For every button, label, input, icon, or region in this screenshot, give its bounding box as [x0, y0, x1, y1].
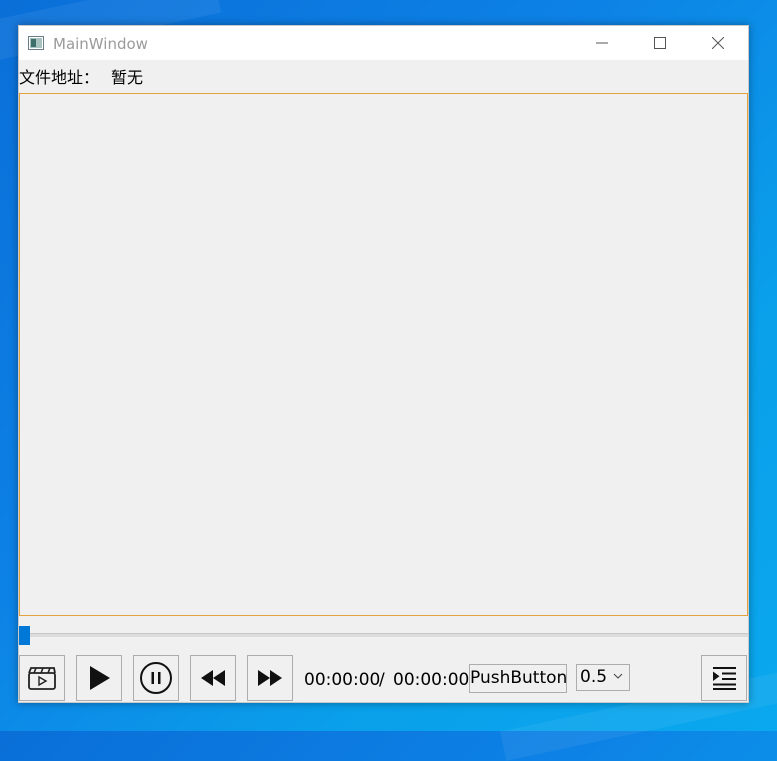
video-display-area[interactable]: [19, 93, 748, 616]
playlist-button[interactable]: [701, 655, 747, 701]
window-title: MainWindow: [53, 35, 148, 53]
minimize-icon: [596, 42, 608, 44]
fast-forward-icon: [258, 670, 282, 686]
close-button[interactable]: [689, 26, 747, 60]
current-time: 00:00:00: [304, 670, 381, 690]
total-time: 00:00:00: [393, 670, 470, 690]
main-window: MainWindow 文件地址： 暂无 00:00:00 / 00:00:00 …: [18, 25, 749, 703]
speed-value: 0.5: [580, 667, 608, 687]
maximize-icon: [654, 37, 666, 49]
progress-slider[interactable]: [19, 624, 748, 646]
play-icon: [90, 666, 110, 690]
maximize-button[interactable]: [631, 26, 689, 60]
chevron-down-icon: [613, 673, 623, 679]
progress-handle[interactable]: [19, 626, 30, 645]
close-icon: [712, 37, 724, 49]
file-path-label: 文件地址：: [19, 68, 100, 87]
pause-button[interactable]: [133, 655, 179, 701]
open-file-button[interactable]: [19, 655, 65, 701]
speed-combobox[interactable]: 0.5: [576, 664, 630, 691]
clapperboard-icon: [28, 667, 56, 690]
fast-forward-button[interactable]: [247, 655, 293, 701]
pause-circle-icon: [140, 662, 172, 694]
title-bar: MainWindow: [19, 26, 748, 60]
rewind-icon: [201, 670, 225, 686]
time-separator: /: [379, 670, 385, 690]
push-button[interactable]: PushButton: [469, 664, 567, 693]
progress-groove: [19, 633, 748, 637]
file-path-value: 暂无: [111, 68, 144, 87]
rewind-button[interactable]: [190, 655, 236, 701]
playlist-indent-icon: [713, 667, 736, 690]
play-button[interactable]: [76, 655, 122, 701]
minimize-button[interactable]: [573, 26, 631, 60]
app-window-icon: [28, 36, 44, 50]
